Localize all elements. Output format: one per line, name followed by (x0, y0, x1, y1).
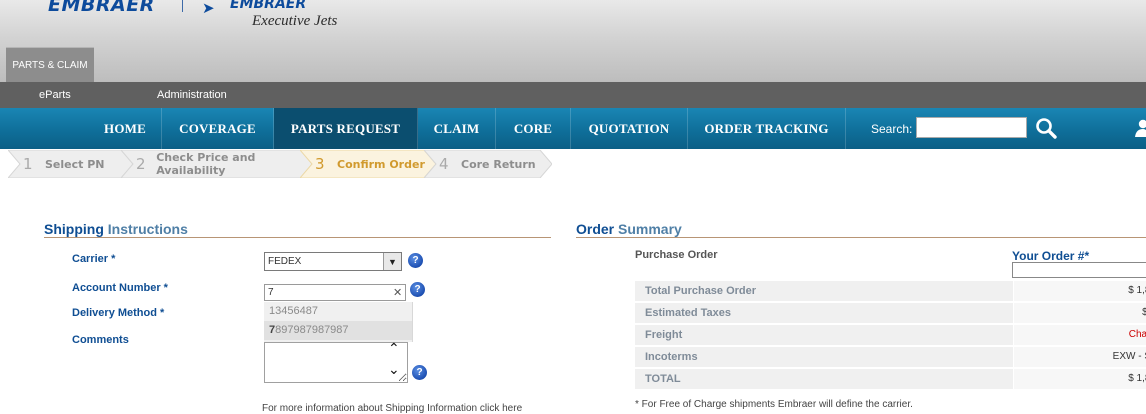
nav-quotation[interactable]: QUOTATION (571, 108, 688, 149)
step-label: Check Price and Availability (156, 151, 256, 177)
scroll-down-icon[interactable]: ⌄ (388, 361, 400, 378)
order-divider (576, 237, 1146, 238)
user-icon[interactable] (1134, 117, 1146, 139)
executive-jets-tagline: Executive Jets (252, 13, 338, 29)
your-order-label: Your Order #* (1012, 249, 1090, 263)
step-label: Confirm Order (337, 157, 425, 171)
shipping-title-rest: Instructions (107, 221, 188, 237)
carrier-value: FEDEX (268, 256, 302, 267)
summary-label: Incoterms (645, 351, 698, 363)
carrier-footnote: * For Free of Charge shipments Embraer w… (635, 399, 913, 410)
summary-value: $ 0 (1142, 307, 1146, 318)
step-number: 4 (439, 155, 449, 173)
summary-value: $ 1,87 (1128, 285, 1146, 296)
sub-navigation: eParts Administration (0, 82, 1146, 108)
subnav-administration[interactable]: Administration (157, 89, 227, 101)
embraer-executive-logo: EMBRAER (230, 0, 307, 12)
step-core-return[interactable]: 4 Core Return (424, 150, 552, 178)
nav-order-tracking[interactable]: ORDER TRACKING (688, 108, 846, 149)
shipping-title-bold: Shipping (44, 221, 104, 237)
summary-label: Estimated Taxes (645, 307, 732, 319)
summary-value: EXW - Sc (1112, 351, 1146, 362)
autocomplete-option[interactable]: 13456487 (264, 302, 412, 321)
account-number-input[interactable] (264, 284, 406, 301)
summary-row-freight: Freight Charg (635, 325, 1146, 345)
comments-textarea[interactable] (264, 342, 408, 383)
comments-help-icon[interactable]: ? (412, 365, 427, 380)
step-confirm-order[interactable]: 3 Confirm Order (300, 150, 436, 178)
step-number: 1 (23, 155, 33, 173)
autocomplete-option[interactable]: 7897987987987 (264, 321, 412, 340)
nav-core[interactable]: CORE (496, 108, 571, 149)
carrier-select[interactable]: FEDEX ▼ (264, 252, 402, 271)
order-title-bold: Order (576, 221, 615, 237)
step-select-pn[interactable]: 1 Select PN (8, 150, 133, 178)
account-number-label: Account Number * (72, 282, 168, 294)
shipping-divider (44, 237, 551, 238)
nav-home[interactable]: HOME (89, 108, 162, 149)
comments-label: Comments (72, 334, 129, 346)
summary-row-total: TOTAL $ 1,87 (635, 369, 1146, 389)
carrier-label: Carrier * (72, 253, 116, 265)
step-check-price[interactable]: 2 Check Price and Availability (121, 150, 313, 178)
summary-label: Total Purchase Order (645, 285, 757, 297)
search-label: Search: (871, 122, 913, 136)
tab-parts-and-claim[interactable]: PARTS & CLAIM (6, 47, 94, 83)
step-number: 2 (136, 155, 146, 173)
summary-label: TOTAL (645, 373, 681, 385)
search-icon[interactable] (1035, 117, 1059, 139)
nav-coverage[interactable]: COVERAGE (162, 108, 274, 149)
scroll-up-icon[interactable]: ⌃ (388, 340, 400, 357)
summary-row-incoterms: Incoterms EXW - Sc (635, 347, 1146, 367)
summary-label: Freight (645, 329, 683, 341)
account-help-icon[interactable]: ? (410, 282, 425, 297)
clear-icon[interactable]: ✕ (393, 286, 402, 299)
logo-divider (182, 0, 183, 12)
shipping-info-footnote: For more information about Shipping Info… (262, 403, 523, 414)
step-label: Select PN (45, 157, 105, 171)
summary-value: Charg (1128, 329, 1146, 340)
delivery-method-label: Delivery Method * (72, 307, 165, 319)
embraer-jet-icon: ➤ (202, 0, 215, 17)
summary-row-taxes: Estimated Taxes $ 0 (635, 303, 1146, 323)
nav-parts-request[interactable]: PARTS REQUEST (274, 108, 418, 149)
step-number: 3 (315, 155, 325, 173)
purchase-order-label: Purchase Order (635, 249, 718, 261)
summary-value: $ 1,87 (1128, 373, 1146, 384)
order-title-rest: Summary (618, 221, 682, 237)
step-label: Core Return (461, 157, 536, 171)
chevron-down-icon[interactable]: ▼ (383, 253, 401, 270)
search-input[interactable] (916, 117, 1027, 138)
order-section-title: Order Summary (576, 221, 682, 237)
your-order-input[interactable] (1012, 262, 1146, 278)
carrier-help-icon[interactable]: ? (408, 253, 423, 268)
shipping-section-title: Shipping Instructions (44, 221, 188, 237)
subnav-eparts[interactable]: eParts (39, 89, 71, 101)
header-banner: EMBRAER ➤ EMBRAER Executive Jets PARTS &… (0, 0, 1146, 83)
embraer-logo[interactable]: EMBRAER (48, 0, 155, 16)
option-text: 13456487 (269, 305, 318, 317)
account-autocomplete-list: 13456487 7897987987987 (264, 302, 413, 342)
option-text: 897987987987 (275, 324, 349, 336)
summary-row-total-po: Total Purchase Order $ 1,87 (635, 281, 1146, 301)
nav-claim[interactable]: CLAIM (418, 108, 496, 149)
